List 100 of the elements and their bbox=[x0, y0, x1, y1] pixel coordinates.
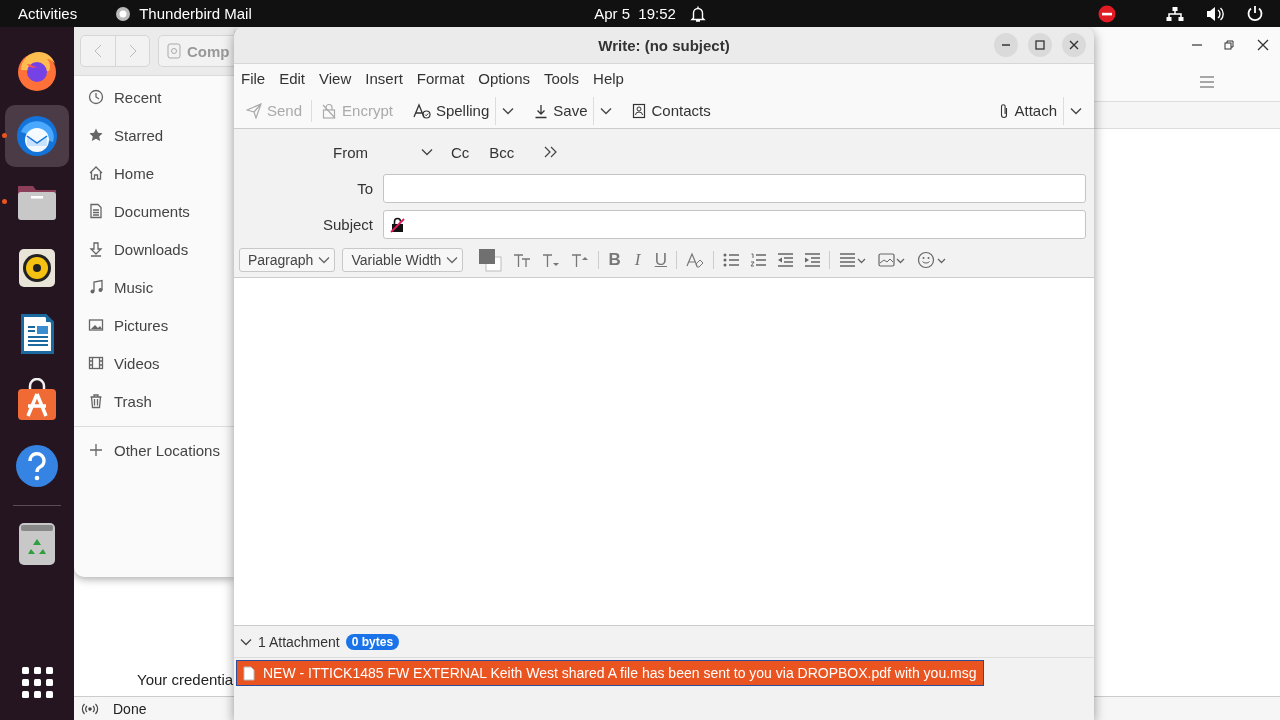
app-grid-icon bbox=[21, 667, 53, 698]
power-icon bbox=[1246, 4, 1264, 23]
sidebar-item[interactable]: Trash bbox=[74, 382, 234, 420]
message-text: Your credentia bbox=[137, 671, 234, 690]
clock-icon bbox=[88, 89, 104, 105]
color-button[interactable] bbox=[476, 248, 505, 272]
menu-item[interactable]: Options bbox=[471, 70, 537, 87]
clock[interactable]: Apr 5 19:52 bbox=[594, 5, 676, 22]
paperclip-icon bbox=[999, 102, 1010, 119]
cc-link[interactable]: Cc bbox=[441, 143, 480, 161]
image-icon bbox=[877, 253, 906, 267]
mail-bird-icon bbox=[15, 114, 59, 158]
toolbar-button[interactable]: Spelling bbox=[406, 96, 496, 125]
text-color-icon bbox=[478, 248, 503, 272]
bulleted-list-icon bbox=[722, 253, 739, 267]
plus-icon bbox=[88, 442, 104, 458]
menu-icon bbox=[1200, 76, 1214, 88]
to-label: To bbox=[356, 180, 374, 197]
subject-field[interactable] bbox=[383, 210, 1086, 239]
file-icon bbox=[243, 665, 255, 681]
menu-item[interactable]: File bbox=[234, 70, 273, 87]
activities-button[interactable]: Activities bbox=[18, 5, 78, 22]
chevron-down-icon bbox=[421, 148, 433, 156]
dock-item[interactable] bbox=[5, 105, 69, 167]
underline-button[interactable]: U bbox=[652, 248, 669, 272]
menu-item[interactable]: Insert bbox=[358, 70, 410, 87]
send-icon bbox=[246, 102, 262, 119]
volume-icon bbox=[1206, 5, 1224, 22]
music-note-icon bbox=[88, 279, 104, 295]
toolbar-button[interactable]: Contacts bbox=[626, 96, 717, 125]
bold-button[interactable]: B bbox=[606, 248, 623, 272]
outdent-icon bbox=[776, 253, 793, 267]
menu-item[interactable]: Help bbox=[586, 70, 631, 87]
font-smaller-icon bbox=[542, 252, 561, 268]
chevron-down-icon bbox=[240, 637, 252, 646]
sidebar-item[interactable]: Other Locations bbox=[74, 430, 234, 470]
clear-format-icon bbox=[685, 252, 704, 268]
sidebar-item[interactable]: Pictures bbox=[74, 306, 234, 344]
shopping-bag-icon bbox=[15, 378, 59, 422]
chevron-down-icon bbox=[446, 256, 459, 264]
bell-icon bbox=[689, 4, 706, 23]
close-button[interactable] bbox=[1062, 33, 1086, 57]
menu-item[interactable]: Edit bbox=[272, 70, 313, 87]
activity-icon bbox=[81, 701, 99, 716]
attachment-item[interactable]: NEW - ITTICK1485 FW EXTERNAL Keith West shared A file has been sent to you via DROPBOX.pdf with you.msg bbox=[236, 660, 984, 686]
sidebar-item[interactable]: Starred bbox=[74, 116, 234, 154]
lock-icon bbox=[321, 102, 338, 119]
emoji-icon bbox=[916, 251, 947, 269]
numbered-list-icon bbox=[749, 253, 766, 267]
font-larger-icon bbox=[571, 252, 590, 268]
italic-button[interactable]: I bbox=[629, 248, 646, 272]
network-icon bbox=[1166, 5, 1184, 22]
from-label: From bbox=[332, 143, 369, 161]
chevron-right-icon bbox=[128, 44, 137, 58]
chevron-left-icon bbox=[94, 44, 102, 58]
drive-icon bbox=[167, 43, 181, 59]
attach-button[interactable]: Attach bbox=[993, 96, 1063, 125]
align-icon bbox=[838, 253, 867, 267]
minimize-icon bbox=[1002, 44, 1010, 46]
attachment-count[interactable]: 1 Attachment bbox=[258, 633, 340, 650]
font-size-reset-icon bbox=[513, 252, 532, 268]
maximize-button[interactable] bbox=[1028, 33, 1052, 57]
indent-icon bbox=[803, 253, 820, 267]
menu-item[interactable]: View bbox=[312, 70, 359, 87]
to-field[interactable] bbox=[383, 174, 1086, 203]
sidebar-item[interactable]: Home bbox=[74, 154, 234, 192]
picture-icon bbox=[88, 317, 104, 333]
spellcheck-icon bbox=[412, 102, 431, 119]
chevron-down-icon bbox=[1070, 106, 1082, 115]
menu-item[interactable]: Tools bbox=[537, 70, 587, 87]
chevron-down-icon bbox=[502, 106, 515, 115]
download-icon bbox=[534, 102, 549, 119]
sidebar-item[interactable]: Downloads bbox=[74, 230, 234, 268]
download-icon bbox=[88, 241, 104, 257]
sidebar-item[interactable]: Documents bbox=[74, 192, 234, 230]
font-select[interactable]: Variable Width bbox=[342, 248, 464, 272]
film-icon bbox=[88, 355, 104, 371]
menu-item[interactable]: Format bbox=[409, 70, 472, 87]
size-badge: 0 bytes bbox=[345, 633, 400, 650]
star-icon bbox=[88, 127, 104, 143]
sidebar-item[interactable]: Music bbox=[74, 268, 234, 306]
more-fields-icon bbox=[544, 146, 559, 158]
toolbar-button[interactable]: Save bbox=[528, 96, 594, 125]
home-icon bbox=[88, 165, 104, 181]
paragraph-select[interactable]: Paragraph bbox=[239, 248, 336, 272]
status-text: Done bbox=[113, 700, 147, 717]
close-icon bbox=[1069, 40, 1079, 50]
app-menu[interactable]: Thunderbird Mail bbox=[139, 5, 252, 22]
app-icon bbox=[115, 5, 132, 22]
help-icon bbox=[15, 444, 59, 488]
do-not-disturb-icon bbox=[1098, 4, 1116, 23]
minimize-button[interactable] bbox=[994, 33, 1018, 57]
bcc-link[interactable]: Bcc bbox=[479, 143, 525, 161]
sidebar-item[interactable]: Recent bbox=[74, 78, 234, 116]
trash-icon bbox=[88, 393, 104, 409]
maximize-icon bbox=[1035, 40, 1045, 50]
window-title: Write: (no subject) bbox=[598, 36, 730, 54]
address-book-icon bbox=[632, 102, 647, 119]
sidebar-item[interactable]: Videos bbox=[74, 344, 234, 382]
restore-icon bbox=[1222, 38, 1236, 52]
